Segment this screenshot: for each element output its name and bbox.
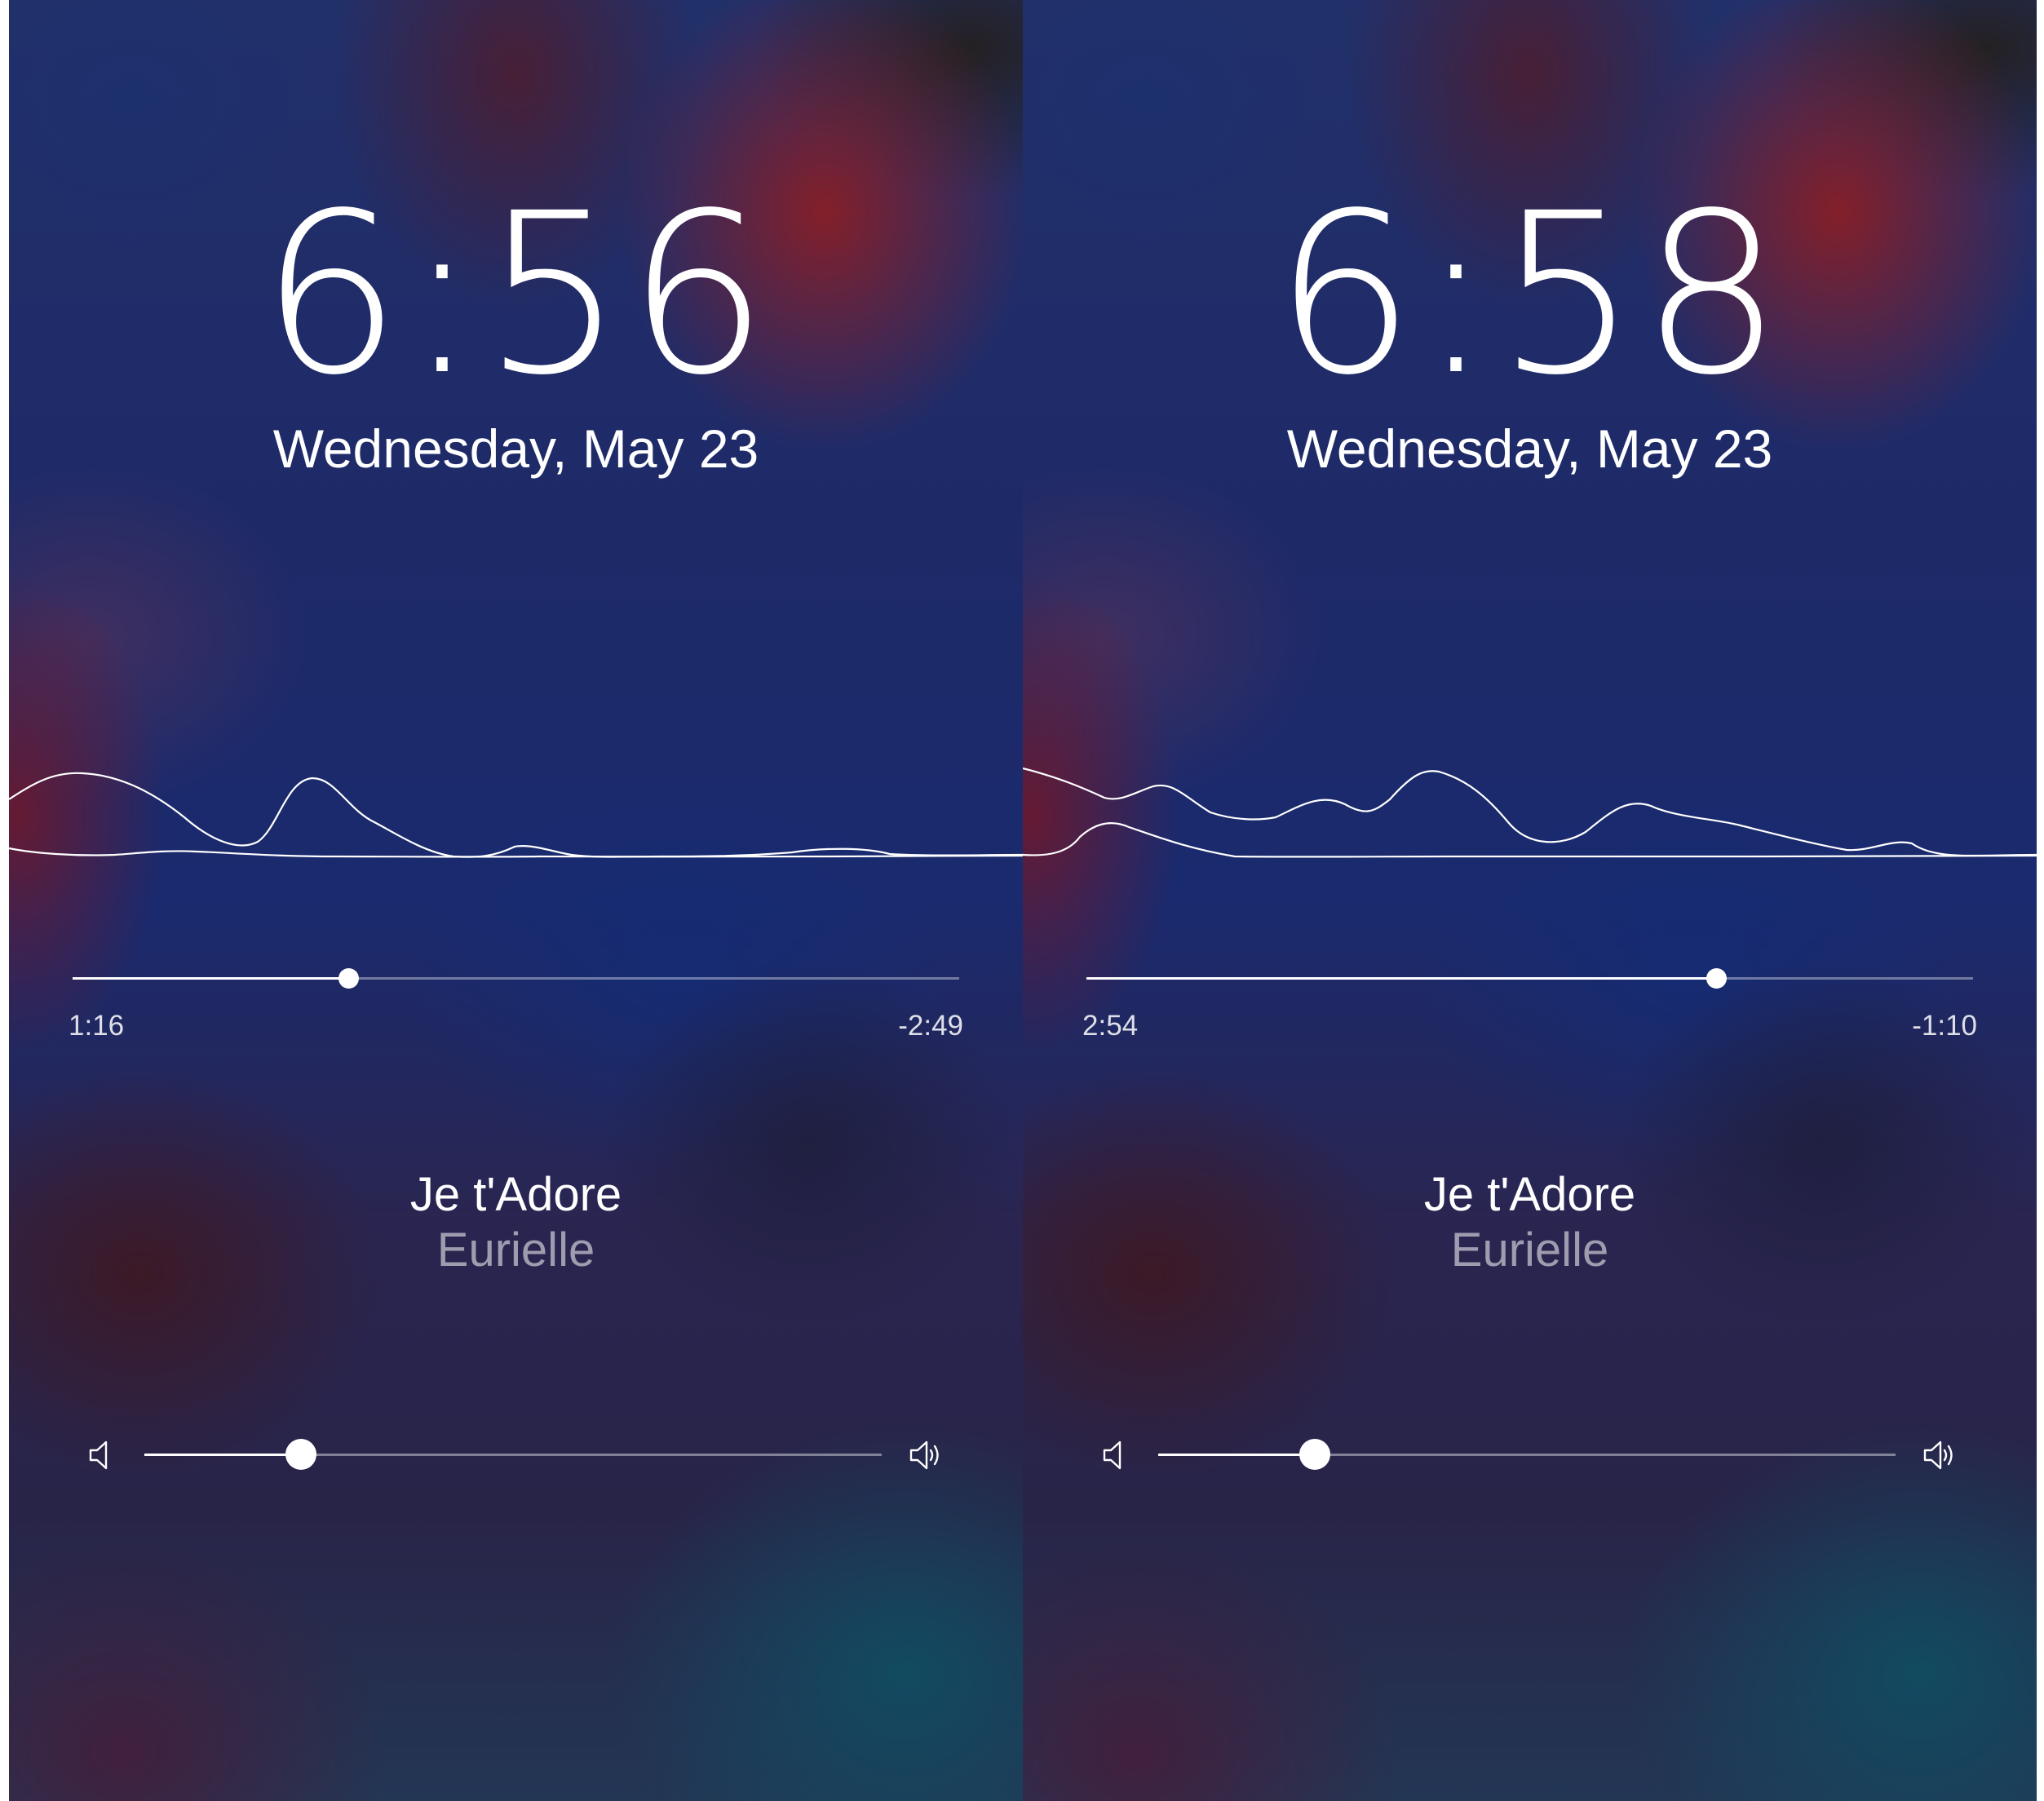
playback-progress-fill (73, 977, 349, 980)
date-label: Wednesday, May 23 (1286, 418, 1773, 479)
playback-scrubber-knob[interactable] (1706, 968, 1727, 989)
playback-progress-bar[interactable] (1086, 968, 1973, 989)
waveform-line-main (9, 772, 1023, 858)
audio-waveform (1023, 767, 2037, 858)
speaker-high-icon[interactable] (909, 1439, 945, 1471)
clock: 6:58 (1274, 166, 1785, 424)
playback-scrubber-knob[interactable] (338, 968, 360, 989)
volume-slider-fill (144, 1454, 301, 1456)
elapsed-time: 1:16 (69, 1010, 125, 1042)
lock-screen-right: 6:58 Wednesday, May 23 2:54 -1:10 Je t'A… (1023, 0, 2037, 1801)
volume-slider[interactable] (1158, 1439, 1896, 1470)
comparison-image: 6:56 Wednesday, May 23 1:16 -2:49 Je t'A… (0, 0, 2044, 1801)
waveform-line-secondary (9, 847, 1023, 858)
volume-slider[interactable] (144, 1439, 882, 1470)
audio-waveform (9, 772, 1023, 858)
song-artist: Eurielle (1450, 1224, 1609, 1277)
song-title: Je t'Adore (409, 1168, 622, 1221)
date-label: Wednesday, May 23 (272, 418, 759, 479)
elapsed-time: 2:54 (1082, 1010, 1139, 1042)
speaker-low-icon[interactable] (1102, 1439, 1130, 1471)
playback-progress-bar[interactable] (73, 968, 959, 989)
speaker-low-icon[interactable] (88, 1439, 116, 1471)
waveform-line-secondary (1023, 822, 2037, 858)
clock: 6:56 (260, 166, 772, 424)
volume-slider-fill (1158, 1454, 1315, 1456)
playback-progress-fill (1086, 977, 1716, 980)
volume-slider-knob[interactable] (1299, 1439, 1330, 1470)
remaining-time: -2:49 (898, 1010, 963, 1042)
volume-slider-knob[interactable] (285, 1439, 316, 1470)
speaker-high-icon[interactable] (1922, 1439, 1958, 1471)
lock-screen-left: 6:56 Wednesday, May 23 1:16 -2:49 Je t'A… (9, 0, 1023, 1801)
song-artist: Eurielle (436, 1224, 595, 1277)
remaining-time: -1:10 (1912, 1010, 1977, 1042)
song-title: Je t'Adore (1423, 1168, 1636, 1221)
